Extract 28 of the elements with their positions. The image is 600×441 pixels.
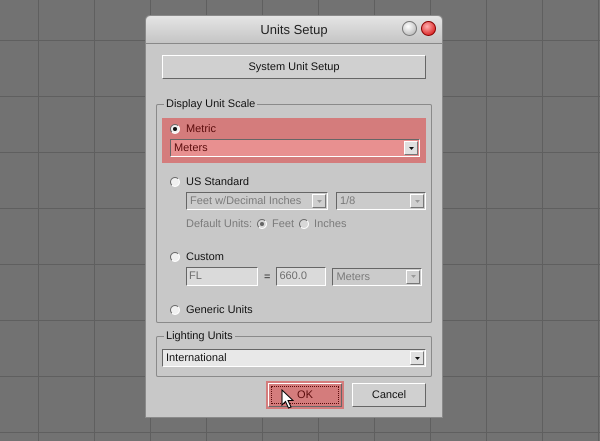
caret-icon <box>414 356 420 360</box>
dropdown[interactable]: Meters <box>170 139 420 157</box>
group-title: Display Unit Scale <box>166 98 256 110</box>
radio-button[interactable] <box>170 124 180 134</box>
option-label: Custom <box>186 251 224 263</box>
radio-button[interactable] <box>170 305 180 315</box>
system-unit-setup-button[interactable]: System Unit Setup <box>162 55 426 79</box>
dialog-button[interactable]: Cancel <box>352 383 426 407</box>
caret-icon <box>414 200 420 202</box>
radio-button[interactable] <box>170 252 180 262</box>
dialog-button[interactable]: OK <box>268 383 342 407</box>
window-title: Units Setup <box>260 22 328 37</box>
option-label: Feet <box>272 218 294 230</box>
radio-button[interactable] <box>170 177 180 187</box>
option-label: US Standard <box>186 176 249 188</box>
default-units-label: Default Units: <box>186 218 252 230</box>
option-label: Inches <box>314 218 346 230</box>
dropdown[interactable]: International <box>162 349 426 367</box>
group-title: Lighting Units <box>166 330 233 342</box>
close-button[interactable] <box>421 21 436 36</box>
caret-icon <box>316 200 322 202</box>
caret-icon <box>410 275 416 278</box>
caret-icon <box>408 146 414 150</box>
cursor-icon <box>281 389 294 409</box>
option-label: Metric <box>186 123 216 135</box>
equals-sign: = <box>264 270 270 282</box>
minimize-button[interactable] <box>402 21 417 36</box>
option-label: Generic Units <box>186 304 253 316</box>
